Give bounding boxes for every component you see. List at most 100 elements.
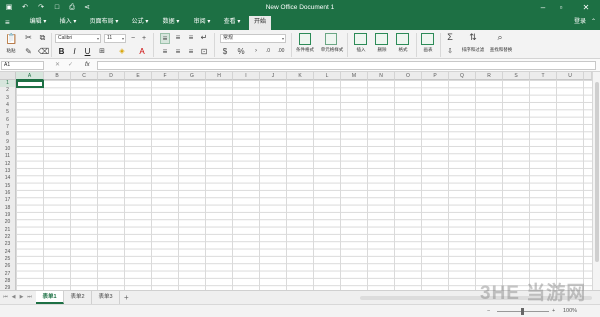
row-header-11[interactable]: 11	[0, 153, 16, 161]
align-right-icon[interactable]: ≡	[186, 47, 196, 56]
vertical-scrollbar[interactable]	[592, 72, 600, 290]
insert-cells-label[interactable]: 插入	[351, 47, 371, 53]
share-icon[interactable]: ⋖	[82, 3, 92, 12]
find-replace-label[interactable]: 查找和替换	[486, 47, 516, 53]
formula-input[interactable]	[97, 61, 596, 70]
prev-sheet-icon[interactable]: ◀	[10, 293, 17, 302]
column-header-i[interactable]: I	[233, 72, 260, 80]
sheet-tab-1[interactable]: 表单1	[36, 291, 64, 304]
paste-icon[interactable]: 📋	[5, 33, 17, 46]
increase-font-icon[interactable]: +	[140, 34, 148, 43]
active-cell[interactable]	[16, 80, 44, 88]
column-header-k[interactable]: K	[287, 72, 314, 80]
autosum-icon[interactable]: Σ	[444, 33, 456, 42]
font-size-select[interactable]: 11 ▾	[104, 34, 126, 43]
tab-page-layout[interactable]: 页面布局 ▾	[86, 16, 122, 29]
row-header-12[interactable]: 12	[0, 160, 16, 168]
currency-icon[interactable]: $	[220, 47, 230, 56]
chart-label[interactable]: 画表	[418, 47, 438, 53]
row-header-23[interactable]: 23	[0, 241, 16, 249]
column-header-h[interactable]: H	[206, 72, 233, 80]
row-header-7[interactable]: 7	[0, 123, 16, 132]
column-header-m[interactable]: M	[341, 72, 368, 80]
row-header-25[interactable]: 25	[0, 255, 16, 264]
first-sheet-icon[interactable]: ⏮	[2, 293, 9, 302]
tab-data[interactable]: 数据 ▾	[159, 16, 183, 29]
column-header-f[interactable]: F	[152, 72, 179, 80]
spreadsheet-grid[interactable]: ABCDEFGHIJKLMNOPQRSTU 1 2 3 4 5 6 7 8 9 10 11 12 13 1…	[0, 72, 600, 290]
print-icon[interactable]: ⎙	[67, 3, 77, 12]
add-sheet-button[interactable]: +	[124, 291, 129, 304]
conditional-format-label[interactable]: 条件格式	[291, 47, 319, 53]
tab-formulas[interactable]: 公式 ▾	[128, 16, 152, 29]
row-header-21[interactable]: 21	[0, 226, 16, 234]
column-header-a[interactable]: A	[16, 72, 44, 80]
align-bottom-icon[interactable]: ≡	[186, 33, 196, 42]
comma-style-icon[interactable]: ›	[251, 47, 261, 56]
save-icon[interactable]: ▣	[4, 3, 14, 12]
last-sheet-icon[interactable]: ⏭	[26, 293, 33, 302]
row-header-18[interactable]: 18	[0, 204, 16, 212]
row-header-16[interactable]: 16	[0, 189, 16, 198]
close-icon[interactable]: ✕	[572, 2, 600, 13]
row-header-2[interactable]: 2	[0, 87, 16, 95]
zoom-out-icon[interactable]: −	[487, 305, 490, 317]
column-header-t[interactable]: T	[530, 72, 557, 80]
delete-cells-icon[interactable]	[375, 33, 388, 45]
minimize-icon[interactable]: –	[536, 2, 550, 13]
sort-filter-label[interactable]: 排序和过滤	[459, 47, 487, 53]
percent-icon[interactable]: %	[236, 47, 246, 56]
align-left-icon[interactable]: ≡	[160, 47, 170, 56]
cut-icon[interactable]: ✂	[24, 33, 33, 42]
tab-edit[interactable]: 编辑 ▾	[26, 16, 50, 29]
row-header-3[interactable]: 3	[0, 94, 16, 102]
align-middle-icon[interactable]: ≡	[173, 33, 183, 42]
zoom-in-icon[interactable]: +	[552, 305, 555, 317]
font-name-select[interactable]: Calibri ▾	[55, 34, 101, 43]
decrease-font-icon[interactable]: −	[129, 34, 137, 43]
row-header-20[interactable]: 20	[0, 219, 16, 227]
column-header-l[interactable]: L	[314, 72, 341, 80]
font-color-icon[interactable]: A	[137, 47, 147, 57]
italic-icon[interactable]: I	[70, 47, 79, 57]
merge-cells-icon[interactable]: ⊡	[199, 47, 209, 56]
login-link[interactable]: 登录	[574, 15, 586, 30]
wrap-text-icon[interactable]: ↵	[199, 33, 209, 42]
cell-style-icon[interactable]	[325, 33, 337, 45]
select-all-corner[interactable]	[0, 72, 16, 80]
column-header-c[interactable]: C	[71, 72, 98, 80]
number-format-select[interactable]: 常规 ▾	[220, 34, 286, 43]
bold-icon[interactable]: B	[57, 47, 66, 57]
tab-review[interactable]: 审阅 ▾	[190, 16, 214, 29]
column-header-n[interactable]: N	[368, 72, 395, 80]
row-header-13[interactable]: 13	[0, 167, 16, 176]
column-header-d[interactable]: D	[98, 72, 125, 80]
redo-icon[interactable]: ↷	[36, 3, 46, 12]
tab-home[interactable]: 开始	[249, 16, 271, 30]
row-header-15[interactable]: 15	[0, 182, 16, 190]
column-header-q[interactable]: Q	[449, 72, 476, 80]
find-replace-icon[interactable]: ⌕	[494, 33, 506, 42]
row-header-5[interactable]: 5	[0, 109, 16, 117]
format-cells-icon[interactable]	[396, 33, 409, 45]
zoom-slider-knob[interactable]	[521, 308, 524, 315]
format-cells-label[interactable]: 格式	[393, 47, 413, 53]
cell-area[interactable]	[16, 80, 592, 290]
column-header-p[interactable]: P	[422, 72, 449, 80]
row-header-26[interactable]: 26	[0, 263, 16, 271]
row-header-17[interactable]: 17	[0, 197, 16, 205]
horizontal-scrollbar[interactable]	[360, 296, 592, 300]
align-center-icon[interactable]: ≡	[173, 47, 183, 56]
row-header-24[interactable]: 24	[0, 248, 16, 256]
delete-cells-label[interactable]: 删除	[372, 47, 392, 53]
row-header-19[interactable]: 19	[0, 211, 16, 220]
confirm-icon[interactable]: ✓	[68, 61, 73, 70]
copy-icon[interactable]: ⧉	[38, 33, 47, 42]
maximize-icon[interactable]: ▫	[554, 2, 568, 13]
row-header-22[interactable]: 22	[0, 233, 16, 242]
underline-icon[interactable]: U	[83, 47, 92, 57]
undo-icon[interactable]: ↶	[20, 3, 30, 12]
vertical-scroll-thumb[interactable]	[595, 82, 599, 262]
row-header-28[interactable]: 28	[0, 277, 16, 286]
tab-insert[interactable]: 插入 ▾	[56, 16, 80, 29]
